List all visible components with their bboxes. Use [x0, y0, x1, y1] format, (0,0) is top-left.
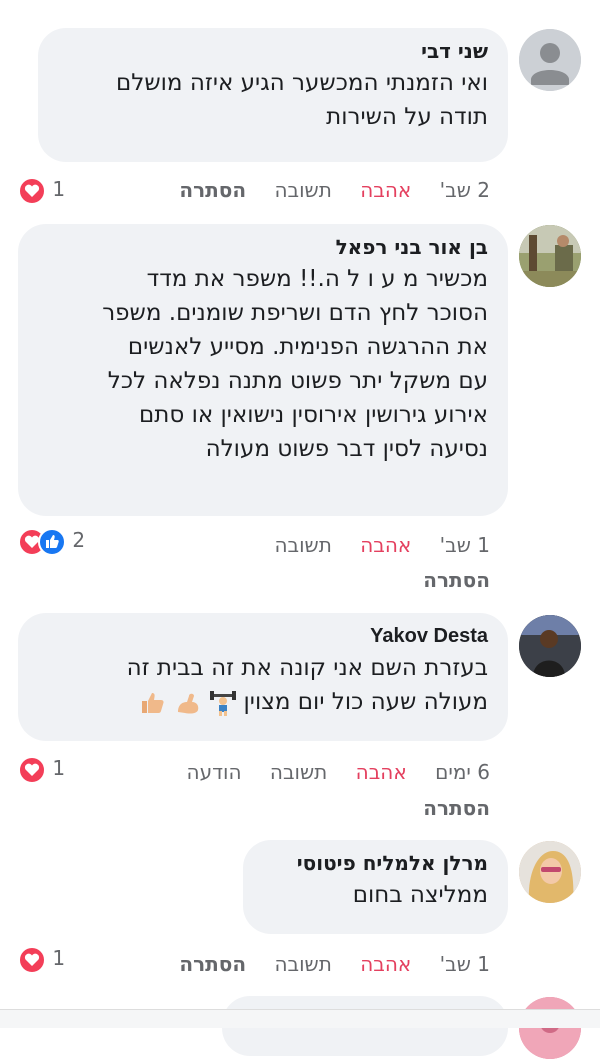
photo-avatar-woman-icon[interactable] — [519, 841, 581, 903]
comment-text-line: ממליצה בחום — [352, 882, 488, 908]
comment-author[interactable]: שני דבי — [58, 38, 488, 64]
comment-actions: 6 ימים אהבה תשובה הודעה — [165, 758, 491, 786]
message-button[interactable]: הודעה — [187, 760, 242, 784]
hide-button[interactable]: הסתרה — [179, 178, 246, 202]
comment-bubble: שני דבי ואי הזמנתי המכשער הגיע איזה מושל… — [38, 28, 508, 162]
comment-author[interactable]: Yakov Desta — [38, 623, 488, 649]
comment-bubble: בן אור בני רפאל מכשיר מ ע ו ל ה.!! משפר … — [18, 224, 508, 516]
reaction-count-text: 2 — [72, 528, 86, 552]
hide-button[interactable]: הסתרה — [179, 952, 246, 976]
photo-avatar-outdoor-icon[interactable] — [519, 225, 581, 287]
comment-text-line: עם משקל יתר פשוט מתנה נפלאה לכל — [107, 368, 488, 394]
reply-button[interactable]: תשובה — [274, 952, 331, 976]
comment-bubble: מרלן אלמליח פיטוסי ממליצה בחום — [243, 840, 508, 934]
comment-text-line: הסוכר לחץ הדם ושריפת שומנים. משפר — [102, 300, 488, 326]
reaction-count[interactable]: 1 — [18, 754, 65, 784]
comment-author[interactable]: בן אור בני רפאל — [38, 234, 488, 260]
default-avatar-icon[interactable] — [519, 29, 581, 91]
comment-actions: 1 שב' אהבה תשובה הסתרה — [157, 950, 490, 978]
comment-text-line: ואי הזמנתי המכשער הגיע איזה מושלם — [116, 70, 488, 96]
comment-bubble: Yakov Desta בעזרת השם אני קונה את זה בבי… — [18, 613, 508, 741]
comment-text-line: מעולה שעה כול יום מצוין — [38, 685, 488, 719]
comment-text-line: אירוע גירושין אירוסין נישואין או סתם — [138, 402, 488, 428]
hide-button[interactable]: הסתרה — [423, 566, 490, 594]
reaction-count-text: 1 — [52, 756, 66, 780]
love-reaction-button[interactable]: אהבה — [360, 533, 411, 557]
reaction-count-text: 1 — [52, 946, 66, 970]
comment-author[interactable]: מרלן אלמליח פיטוסי — [263, 850, 488, 876]
comment-actions: 1 שב' אהבה תשובה — [252, 531, 490, 559]
heart-reaction-icon — [18, 945, 46, 974]
comment-text-line: את ההרגשה הפנימית. מסייע לאנשים — [127, 334, 488, 360]
comment-text-line: מכשיר מ ע ו ל ה.!! משפר את מדד — [146, 266, 488, 292]
comment-text: מעולה שעה כול יום מצוין — [243, 689, 488, 715]
reaction-count[interactable]: 1 — [18, 944, 65, 974]
comment-timestamp[interactable]: 1 שב' — [440, 952, 490, 976]
comment-actions: 2 שב' אהבה תשובה הסתרה — [157, 176, 490, 204]
reply-button[interactable]: תשובה — [274, 533, 331, 557]
photo-avatar-man-icon[interactable] — [519, 615, 581, 677]
like-reaction-icon — [38, 527, 66, 556]
love-reaction-button[interactable]: אהבה — [360, 952, 411, 976]
reply-button[interactable]: תשובה — [270, 760, 327, 784]
love-reaction-button[interactable]: אהבה — [360, 178, 411, 202]
thumbs-up-emoji-icon — [140, 690, 166, 716]
comment-text-line: תודה על השירות — [326, 104, 488, 130]
reply-button[interactable]: תשובה — [274, 178, 331, 202]
comment-timestamp[interactable]: 1 שב' — [440, 533, 490, 557]
comment-text-line: בעזרת השם אני קונה את זה בבית זה — [126, 655, 488, 681]
weightlifter-emoji-icon — [210, 690, 237, 716]
flexed-biceps-emoji-icon — [175, 690, 201, 716]
comment-timestamp[interactable]: 6 ימים — [435, 760, 490, 784]
reaction-count[interactable]: 2 — [18, 526, 85, 556]
reaction-count-text: 1 — [52, 177, 66, 201]
photo-avatar-partial-icon[interactable] — [519, 997, 581, 1059]
bottom-bar — [0, 1009, 600, 1028]
love-reaction-button[interactable]: אהבה — [356, 760, 407, 784]
comment-timestamp[interactable]: 2 שב' — [440, 178, 490, 202]
heart-reaction-icon — [18, 755, 46, 784]
hide-button[interactable]: הסתרה — [423, 794, 490, 822]
heart-reaction-icon — [18, 176, 46, 205]
comment-text-line: נסיעה לסין דבר פשוט מעולה — [205, 436, 488, 462]
reaction-count[interactable]: 1 — [18, 175, 65, 205]
